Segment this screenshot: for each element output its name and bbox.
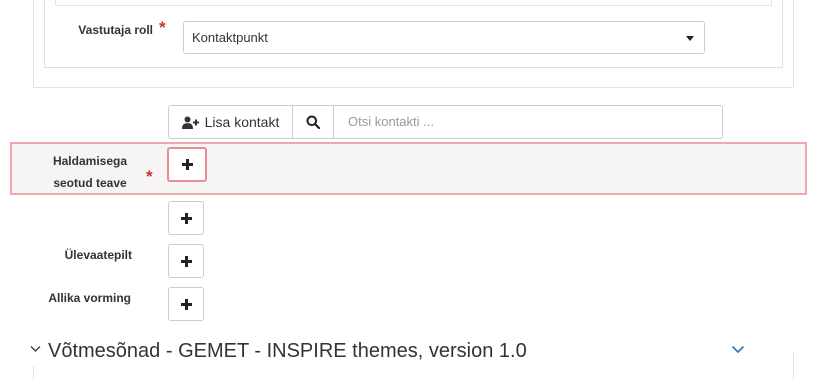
chevron-down-icon[interactable] [731,345,745,354]
plus-icon [180,255,192,267]
section-border-right [793,352,794,379]
add-overview-button[interactable] [168,244,204,278]
management-info-label-line1: Haldamisega [52,154,128,168]
role-label-text: Vastutaja roll [78,23,153,37]
role-select[interactable]: Kontaktpunkt [183,21,705,54]
add-management-info-button[interactable] [167,147,207,182]
add-item-button[interactable] [168,201,204,235]
source-format-label: Allika vorming [30,291,131,305]
add-contact-button[interactable]: Lisa kontakt [168,105,293,139]
add-source-format-button[interactable] [168,287,204,321]
chevron-down-icon[interactable] [30,345,41,353]
required-marker: * [146,167,153,186]
user-plus-icon [181,116,199,129]
search-button[interactable] [292,105,334,139]
required-marker: * [159,18,166,37]
plus-icon [180,298,192,310]
management-info-label: Haldamisega seotud teave [40,150,140,194]
contact-panel-nested [55,0,772,6]
caret-down-icon [686,36,694,41]
search-placeholder: Otsi kontakti ... [348,114,434,129]
section-border-left [33,366,34,379]
overview-label-text: Ülevaatepilt [64,248,132,262]
add-contact-label: Lisa kontakt [204,114,280,130]
source-format-label-text: Allika vorming [48,291,131,305]
overview-label: Ülevaatepilt [40,248,132,262]
search-icon [306,115,320,129]
keywords-section-title[interactable]: Võtmesõnad - GEMET - INSPIRE themes, ver… [48,340,527,363]
management-info-label-line2: seotud teave [53,176,127,190]
role-select-value: Kontaktpunkt [192,30,268,45]
contact-search-input[interactable]: Otsi kontakti ... [333,105,723,139]
plus-icon [181,159,193,170]
plus-icon [180,212,192,224]
role-label: Vastutaja roll [60,23,153,37]
